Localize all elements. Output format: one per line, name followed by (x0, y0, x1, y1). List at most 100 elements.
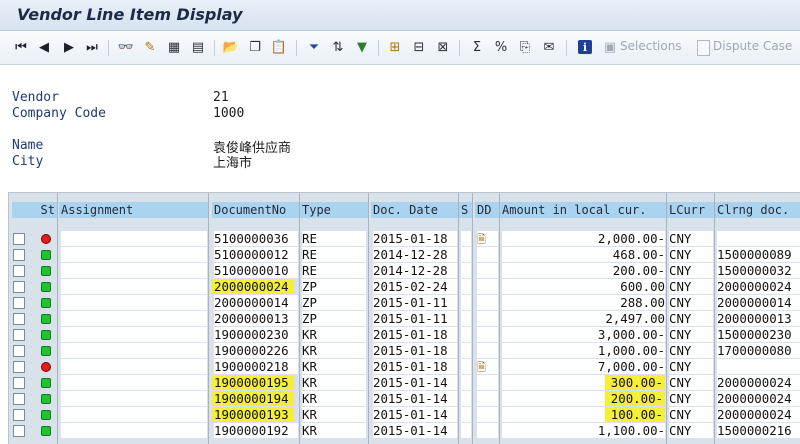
table-row[interactable]: 2000000014 ZP 2015-01-11 288.00 CNY 200000001… (9, 295, 800, 311)
toolbar-separator (566, 40, 567, 56)
clearing-document-cell: 1700000080 (717, 343, 800, 358)
row-select-checkbox[interactable] (13, 393, 25, 405)
export-icon[interactable]: ⎘ (516, 38, 534, 56)
col-clrng-doc-header[interactable]: Clrng doc. (715, 202, 800, 218)
clearing-document-cell: 2000000013 (717, 311, 800, 326)
column-divider (458, 193, 459, 444)
special-gl-cell (461, 263, 471, 278)
choose-layout-icon[interactable]: ⊟ (410, 38, 428, 56)
table-row[interactable]: 1900000193 KR 2015-01-14 100.00- CNY 20000000… (9, 407, 800, 423)
city-value: 上海市 (213, 156, 253, 171)
document-date-cell: 2015-01-11 (373, 311, 457, 326)
document-date-cell: 2015-01-14 (373, 407, 457, 422)
row-select-checkbox[interactable] (13, 313, 25, 325)
clearing-document-cell: 2000000024 (717, 391, 800, 406)
dunning-document-icon[interactable]: 🗎 (477, 360, 491, 374)
filter-icon[interactable]: ⏷ (305, 38, 323, 56)
assignment-cell (61, 423, 207, 438)
table-row[interactable]: 2000000024 ZP 2015-02-24 600.00 CNY 200000002… (9, 279, 800, 295)
assignment-cell (61, 263, 207, 278)
special-gl-cell (461, 279, 471, 294)
row-select-checkbox[interactable] (13, 297, 25, 309)
col-doc-date-header[interactable]: Doc. Date (371, 202, 459, 218)
row-select-checkbox[interactable] (13, 265, 25, 277)
selections-button[interactable]: Selections (620, 39, 682, 53)
row-select-checkbox[interactable] (13, 233, 25, 245)
document-date-cell: 2015-01-14 (373, 375, 457, 390)
col-documentno-header[interactable]: DocumentNo (212, 202, 300, 218)
col-dd-header[interactable]: DD (475, 202, 500, 218)
document-icon[interactable]: 📂 (222, 38, 240, 56)
last-page-icon[interactable]: ⏭ (83, 38, 101, 56)
table-row[interactable]: 1900000218 KR 2015-01-18 🗎 7,000.00- CNY (9, 359, 800, 375)
selections-icon: ▣ (603, 39, 617, 55)
special-gl-cell (461, 247, 471, 262)
table-row[interactable]: 1900000195 KR 2015-01-14 300.00- CNY 20000000… (9, 375, 800, 391)
first-page-icon[interactable]: ⏮ (12, 38, 30, 56)
mail-icon[interactable]: ✉ (540, 38, 558, 56)
assignment-cell (61, 375, 207, 390)
notes-icon[interactable]: 📋 (270, 38, 288, 56)
dispute-case-button[interactable]: Dispute Case (713, 39, 792, 53)
dd-cell (477, 327, 498, 342)
copy-icon[interactable]: ❐ (246, 38, 264, 56)
special-gl-cell (461, 375, 471, 390)
deselect-icon[interactable]: ▤ (189, 38, 207, 56)
layout-grid-icon[interactable]: ⊞ (386, 38, 404, 56)
col-lcurr-header[interactable]: LCurr (667, 202, 715, 218)
document-type-cell: RE (302, 263, 366, 278)
green-status-icon (41, 426, 51, 436)
row-select-checkbox[interactable] (13, 361, 25, 373)
document-type-cell: KR (302, 375, 366, 390)
dunning-document-icon[interactable]: 🗎 (477, 232, 491, 246)
table-row[interactable]: 1900000230 KR 2015-01-18 3,000.00- CNY 150000… (9, 327, 800, 343)
table-row[interactable]: 5100000010 RE 2014-12-28 200.00- CNY 15000000… (9, 263, 800, 279)
subtotal-icon[interactable]: % (492, 38, 510, 56)
col-type-header[interactable]: Type (300, 202, 368, 218)
sort-icon[interactable]: ⇅ (329, 38, 347, 56)
next-page-icon[interactable]: ▶ (60, 38, 78, 56)
col-amount-header[interactable]: Amount in local cur. (500, 202, 667, 218)
change-pencil-icon[interactable]: ✎ (141, 38, 159, 56)
row-select-checkbox[interactable] (13, 345, 25, 357)
table-row[interactable]: 5100000012 RE 2014-12-28 468.00- CNY 15000000… (9, 247, 800, 263)
select-all-icon[interactable]: ▦ (165, 38, 183, 56)
table-row[interactable]: 5100000036 RE 2015-01-18 🗎 2,000.00- CNY (9, 231, 800, 247)
assignment-cell (61, 343, 207, 358)
document-type-cell: KR (302, 407, 366, 422)
col-s-header[interactable]: S (459, 202, 473, 218)
display-glasses-icon[interactable]: 👓 (117, 38, 135, 56)
document-type-cell: KR (302, 423, 366, 438)
column-divider (499, 193, 500, 444)
local-currency-cell: CNY (669, 423, 713, 438)
table-row[interactable]: 1900000192 KR 2015-01-14 1,100.00- CNY 150000… (9, 423, 800, 439)
sum-icon[interactable]: Σ (468, 38, 486, 56)
special-gl-cell (461, 343, 471, 358)
column-divider (57, 193, 58, 444)
table-row[interactable]: 1900000226 KR 2015-01-18 1,000.00- CNY 170000… (9, 343, 800, 359)
amount-cell: 300.00- (502, 375, 665, 390)
document-date-cell: 2015-01-14 (373, 391, 457, 406)
document-date-cell: 2014-12-28 (373, 263, 457, 278)
col-assignment-header[interactable]: Assignment (59, 202, 209, 218)
row-select-checkbox[interactable] (13, 377, 25, 389)
clearing-document-cell: 2000000014 (717, 295, 800, 310)
column-divider (299, 193, 300, 444)
row-select-checkbox[interactable] (13, 329, 25, 341)
save-layout-icon[interactable]: ⊠ (434, 38, 452, 56)
previous-page-icon[interactable]: ◀ (35, 38, 53, 56)
table-row[interactable]: 1900000194 KR 2015-01-14 200.00- CNY 20000000… (9, 391, 800, 407)
dispute-case-icon (697, 40, 710, 56)
table-row[interactable]: 2000000013 ZP 2015-01-11 2,497.00 CNY 2000000… (9, 311, 800, 327)
set-filter-icon[interactable]: ▼ (353, 38, 371, 56)
row-select-checkbox[interactable] (13, 281, 25, 293)
info-button[interactable]: i (576, 38, 594, 56)
company-code-value: 1000 (213, 106, 245, 121)
row-select-checkbox[interactable] (13, 409, 25, 421)
toolbar-separator (459, 40, 460, 56)
row-select-checkbox[interactable] (13, 249, 25, 261)
local-currency-cell: CNY (669, 391, 713, 406)
document-type-cell: KR (302, 343, 366, 358)
col-st-header[interactable]: St (12, 202, 57, 218)
row-select-checkbox[interactable] (13, 425, 25, 437)
